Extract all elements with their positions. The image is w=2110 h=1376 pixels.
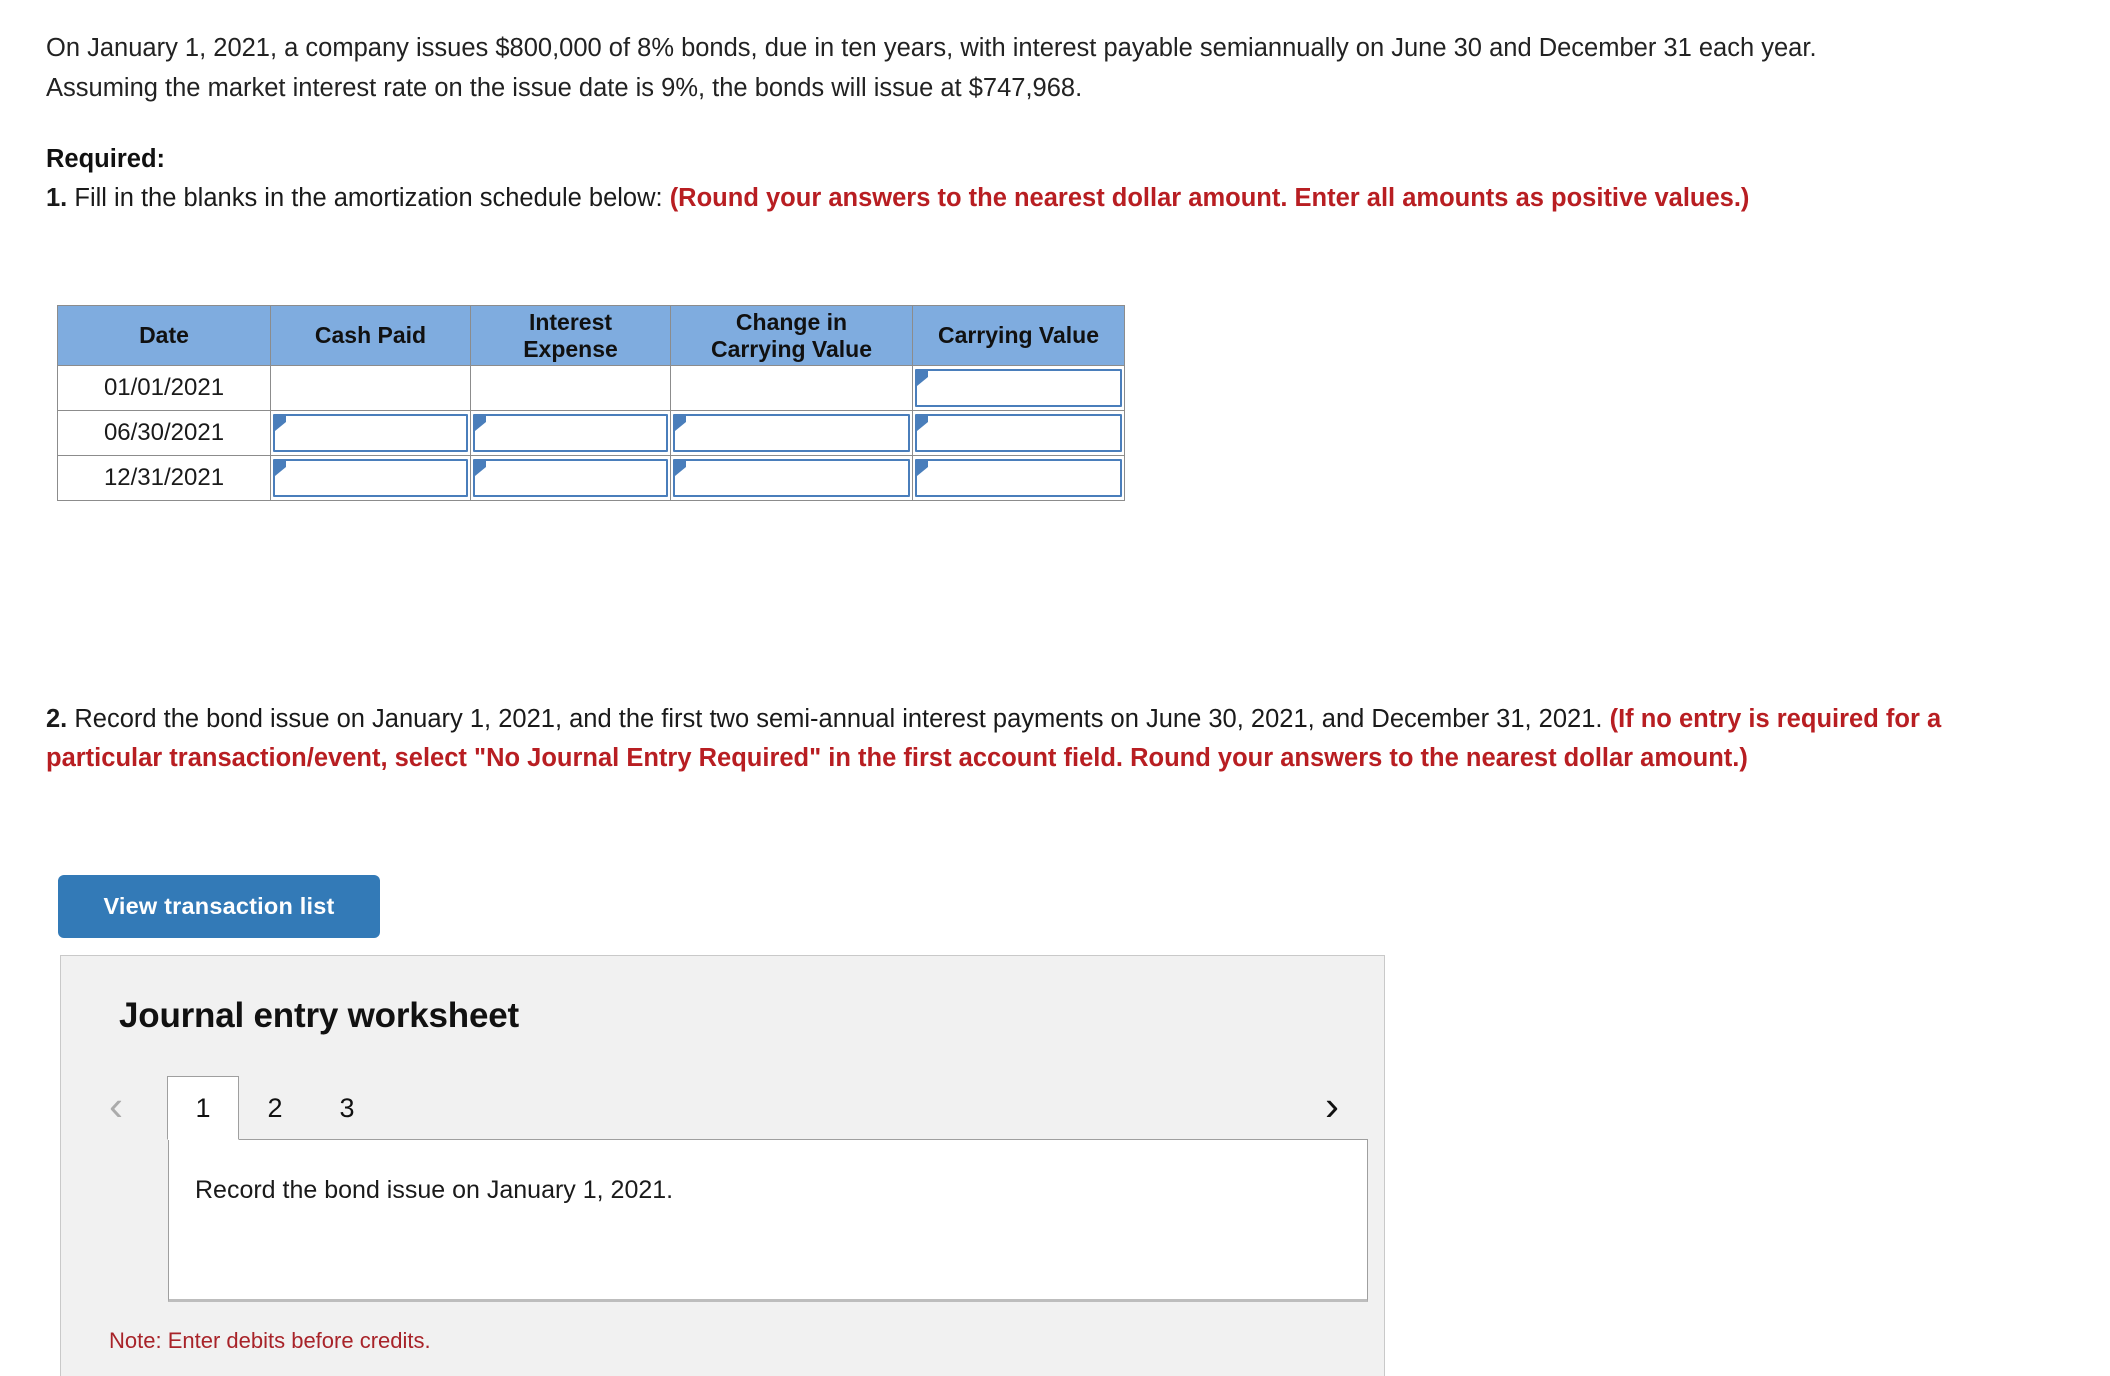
column-header-carrying-value: Carrying Value bbox=[912, 305, 1125, 366]
cell-change-in-carrying-value bbox=[670, 410, 913, 456]
requirement-2-text: Record the bond issue on January 1, 2021… bbox=[67, 705, 1610, 733]
view-transaction-list-button[interactable]: View transaction list bbox=[58, 875, 380, 938]
problem-statement: On January 1, 2021, a company issues $80… bbox=[46, 34, 1817, 102]
cell-cash-paid bbox=[270, 455, 471, 501]
header-line: Interest bbox=[528, 308, 613, 335]
cell-interest-expense-empty bbox=[470, 365, 671, 411]
carrying-value-input-row-1[interactable] bbox=[915, 369, 1122, 407]
chevron-left-icon[interactable]: ‹ bbox=[109, 1080, 123, 1132]
carrying-value-input-row-2[interactable] bbox=[915, 414, 1122, 452]
header-line: Expense bbox=[523, 335, 618, 362]
cell-date: 06/30/2021 bbox=[57, 410, 271, 456]
cell-interest-expense bbox=[470, 410, 671, 456]
cell-change-in-carrying-value-empty bbox=[670, 365, 913, 411]
cell-cash-paid bbox=[270, 410, 471, 456]
worksheet-tabs: 1 2 3 bbox=[167, 1076, 383, 1140]
cell-carrying-value bbox=[912, 455, 1125, 501]
requirement-1-emphasis: (Round your answers to the nearest dolla… bbox=[669, 184, 1750, 212]
requirement-1-text: Fill in the blanks in the amortization s… bbox=[67, 184, 670, 212]
cell-date: 01/01/2021 bbox=[57, 365, 271, 411]
transaction-description-box: Record the bond issue on January 1, 2021… bbox=[168, 1139, 1368, 1302]
worksheet-tab-1[interactable]: 1 bbox=[167, 1076, 239, 1140]
required-section: Required: 1. Fill in the blanks in the a… bbox=[46, 140, 1926, 218]
header-line: Cash Paid bbox=[314, 322, 427, 348]
interest-expense-input-row-3[interactable] bbox=[473, 459, 668, 497]
column-header-interest-expense: Interest Expense bbox=[470, 305, 671, 366]
change-in-carrying-value-input-row-2[interactable] bbox=[673, 414, 910, 452]
chevron-right-icon[interactable]: › bbox=[1325, 1080, 1339, 1132]
requirement-1-number: 1. bbox=[46, 184, 68, 212]
worksheet-tab-strip: ‹ 1 2 3 › bbox=[109, 1076, 1339, 1140]
interest-expense-input-row-2[interactable] bbox=[473, 414, 668, 452]
cell-carrying-value bbox=[912, 410, 1125, 456]
requirement-2-number: 2. bbox=[46, 705, 68, 733]
carrying-value-input-row-3[interactable] bbox=[915, 459, 1122, 497]
column-header-date: Date bbox=[57, 305, 271, 366]
debits-credits-note: Note: Enter debits before credits. bbox=[109, 1328, 431, 1353]
cell-carrying-value bbox=[912, 365, 1125, 411]
worksheet-tab-2[interactable]: 2 bbox=[239, 1076, 311, 1140]
table-row: 01/01/2021 bbox=[57, 365, 1125, 411]
cash-paid-input-row-2[interactable] bbox=[273, 414, 468, 452]
worksheet-tab-3[interactable]: 3 bbox=[311, 1076, 383, 1140]
requirement-2-section: 2. Record the bond issue on January 1, 2… bbox=[46, 700, 1946, 778]
cell-interest-expense bbox=[470, 455, 671, 501]
journal-entry-worksheet-title: Journal entry worksheet bbox=[119, 996, 519, 1035]
header-line: Date bbox=[139, 322, 189, 348]
amortization-table: Date Cash Paid Interest Expense Change i… bbox=[57, 305, 1125, 501]
column-header-cash-paid: Cash Paid bbox=[270, 305, 471, 366]
cell-date: 12/31/2021 bbox=[57, 455, 271, 501]
journal-entry-worksheet-panel: Journal entry worksheet ‹ 1 2 3 › Record… bbox=[60, 955, 1385, 1376]
header-line: Change in bbox=[735, 308, 848, 335]
cell-cash-paid-empty bbox=[270, 365, 471, 411]
required-heading: Required: bbox=[46, 145, 166, 173]
cell-change-in-carrying-value bbox=[670, 455, 913, 501]
header-line: Carrying Value bbox=[710, 335, 873, 362]
table-row: 06/30/2021 bbox=[57, 410, 1125, 456]
table-row: 12/31/2021 bbox=[57, 455, 1125, 501]
transaction-description-text: Record the bond issue on January 1, 2021… bbox=[195, 1176, 674, 1204]
table-header-row: Date Cash Paid Interest Expense Change i… bbox=[57, 305, 1125, 366]
cash-paid-input-row-3[interactable] bbox=[273, 459, 468, 497]
change-in-carrying-value-input-row-3[interactable] bbox=[673, 459, 910, 497]
amortization-schedule: Date Cash Paid Interest Expense Change i… bbox=[57, 305, 1125, 501]
column-header-change-in-carrying-value: Change in Carrying Value bbox=[670, 305, 913, 366]
header-line: Carrying Value bbox=[937, 322, 1100, 348]
